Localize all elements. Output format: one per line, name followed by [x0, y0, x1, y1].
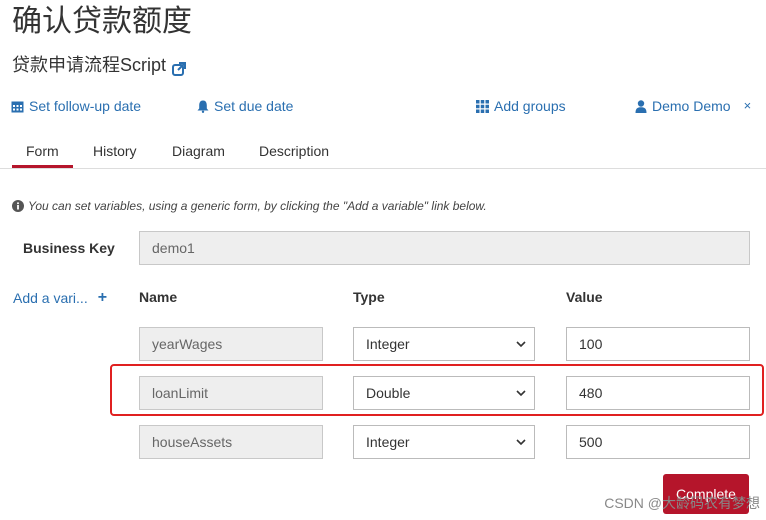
variable-name-field: houseAssets — [139, 425, 323, 459]
tab-diagram[interactable]: Diagram — [172, 139, 225, 167]
process-name: 贷款申请流程Script — [12, 55, 167, 75]
assignee-name: Demo Demo — [652, 98, 731, 114]
variable-type-select[interactable]: Integer — [353, 327, 535, 361]
chevron-down-icon — [516, 340, 526, 347]
add-variable-link[interactable]: Add a vari... + — [13, 288, 107, 308]
column-name-header: Name — [139, 289, 178, 305]
add-groups-button[interactable]: Add groups — [476, 96, 566, 116]
business-key-field: demo1 — [139, 231, 750, 265]
tab-form[interactable]: Form — [12, 139, 73, 168]
variable-type-value: Integer — [366, 434, 410, 450]
business-key-label: Business Key — [23, 240, 115, 256]
add-groups-label: Add groups — [494, 98, 566, 114]
tab-history[interactable]: History — [93, 139, 137, 167]
variable-name-field: yearWages — [139, 327, 323, 361]
form-info: You can set variables, using a generic f… — [12, 198, 487, 214]
variable-value-input[interactable]: 100 — [566, 327, 750, 361]
tab-description[interactable]: Description — [259, 139, 329, 167]
set-follow-up-date-label: Set follow-up date — [29, 98, 142, 114]
watermark: CSDN @大龄码农有梦想 — [604, 495, 760, 511]
plus-icon: + — [97, 289, 108, 306]
external-link-icon[interactable] — [172, 58, 187, 76]
info-text: You can set variables, using a generic f… — [28, 199, 487, 213]
set-due-date-button[interactable]: Set due date — [197, 96, 293, 116]
tab-bar: Form History Diagram Description — [0, 139, 766, 169]
bell-icon — [197, 100, 209, 113]
column-type-header: Type — [353, 289, 385, 305]
set-due-date-label: Set due date — [214, 98, 294, 114]
set-follow-up-date-button[interactable]: Set follow-up date — [11, 96, 141, 116]
remove-assignee-icon[interactable]: × — [744, 96, 752, 116]
page-title: 确认贷款额度 — [12, 5, 192, 38]
highlight-box — [110, 364, 764, 416]
variable-type-value: Integer — [366, 336, 410, 352]
variable-value-input[interactable]: 500 — [566, 425, 750, 459]
variable-type-select[interactable]: Integer — [353, 425, 535, 459]
column-value-header: Value — [566, 289, 603, 305]
user-icon — [635, 99, 647, 113]
info-icon — [12, 200, 24, 212]
assignee[interactable]: Demo Demo × — [635, 96, 751, 116]
grid-icon — [476, 99, 489, 113]
process-subtitle: 贷款申请流程Script — [12, 53, 187, 77]
chevron-down-icon — [516, 438, 526, 445]
calendar-icon — [11, 101, 24, 112]
add-variable-label: Add a vari... — [13, 290, 88, 306]
